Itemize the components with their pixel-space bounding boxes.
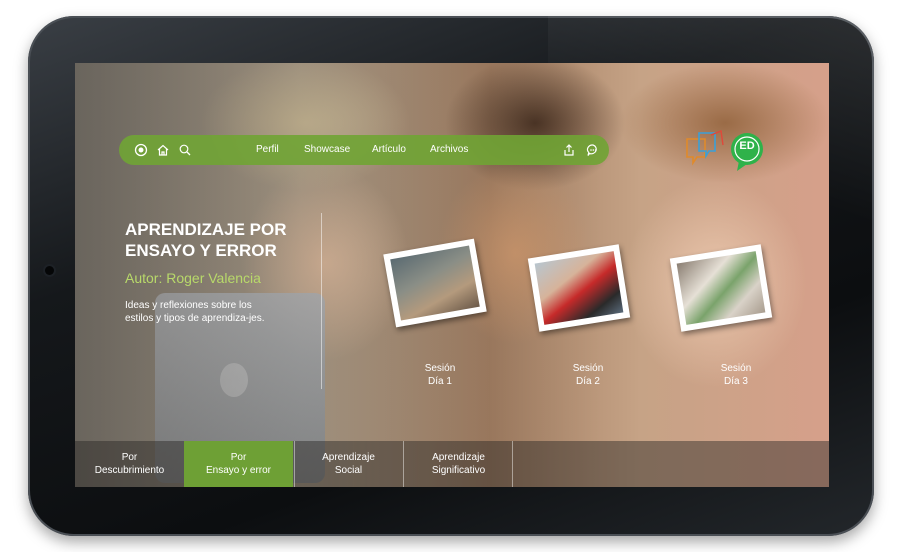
- session-3-image: [676, 251, 766, 325]
- tab-label-line2: Descubrimiento: [94, 465, 165, 476]
- session-3-title: Sesión: [720, 363, 752, 374]
- session-1-title: Sesión: [424, 363, 456, 374]
- home-icon[interactable]: [155, 142, 171, 158]
- tab-label-line2: Significativo: [431, 465, 486, 476]
- tab-label-line1: Por: [230, 452, 247, 463]
- page-title: APRENDIZAJE POR ENSAYO Y ERROR: [125, 220, 287, 260]
- nav-link-perfil[interactable]: Perfil: [256, 143, 279, 157]
- nav-link-archivos[interactable]: Archivos: [430, 143, 468, 157]
- session-2-label[interactable]: Sesión Día 2: [548, 362, 628, 388]
- nav-link-showcase[interactable]: Showcase: [304, 143, 350, 157]
- ed-logo[interactable]: ED: [681, 129, 765, 173]
- page-description: Ideas y reflexiones sobre los estilos y …: [125, 300, 265, 324]
- tab-label-line2: Ensayo y error: [205, 465, 272, 476]
- session-1-image: [390, 245, 480, 321]
- session-2-photo[interactable]: [527, 244, 631, 332]
- nav-link-articulo[interactable]: Artículo: [372, 143, 406, 157]
- chat-icon[interactable]: [585, 142, 601, 158]
- session-3-day: Día 3: [724, 376, 748, 387]
- blue-bubble-icon: [698, 132, 716, 159]
- app-screen: Perfil Showcase Artículo Archivos ED APR…: [75, 63, 829, 487]
- session-3-label[interactable]: Sesión Día 3: [696, 362, 776, 388]
- tab-label-line2: Social: [334, 465, 363, 476]
- tab-por-descubrimiento[interactable]: Por Descubrimiento: [75, 441, 184, 487]
- tab-por-ensayo-y-error[interactable]: Por Ensayo y error: [184, 441, 293, 487]
- session-1-day: Día 1: [428, 376, 452, 387]
- tab-aprendizaje-significativo[interactable]: Aprendizaje Significativo: [404, 441, 513, 487]
- camera-dot: [45, 266, 54, 275]
- tab-aprendizaje-social[interactable]: Aprendizaje Social: [294, 441, 403, 487]
- divider-line: [321, 213, 322, 389]
- top-navbar: Perfil Showcase Artículo Archivos: [119, 135, 609, 165]
- menu-dot-icon[interactable]: [133, 142, 149, 158]
- tab-label-line1: Por: [121, 452, 138, 463]
- session-2-day: Día 2: [576, 376, 600, 387]
- session-3-photo[interactable]: [669, 244, 773, 332]
- tab-label-line1: Aprendizaje: [322, 452, 375, 463]
- session-2-title: Sesión: [572, 363, 604, 374]
- session-2-image: [534, 251, 624, 325]
- search-icon[interactable]: [177, 142, 193, 158]
- session-1-photo[interactable]: [383, 238, 487, 328]
- tab-label-line1: Aprendizaje: [432, 452, 485, 463]
- logo-text: ED: [739, 140, 755, 152]
- share-icon[interactable]: [561, 142, 577, 158]
- tab-divider: [512, 441, 513, 487]
- session-1-label[interactable]: Sesión Día 1: [400, 362, 480, 388]
- author-label: Autor: Roger Valencia: [125, 270, 261, 286]
